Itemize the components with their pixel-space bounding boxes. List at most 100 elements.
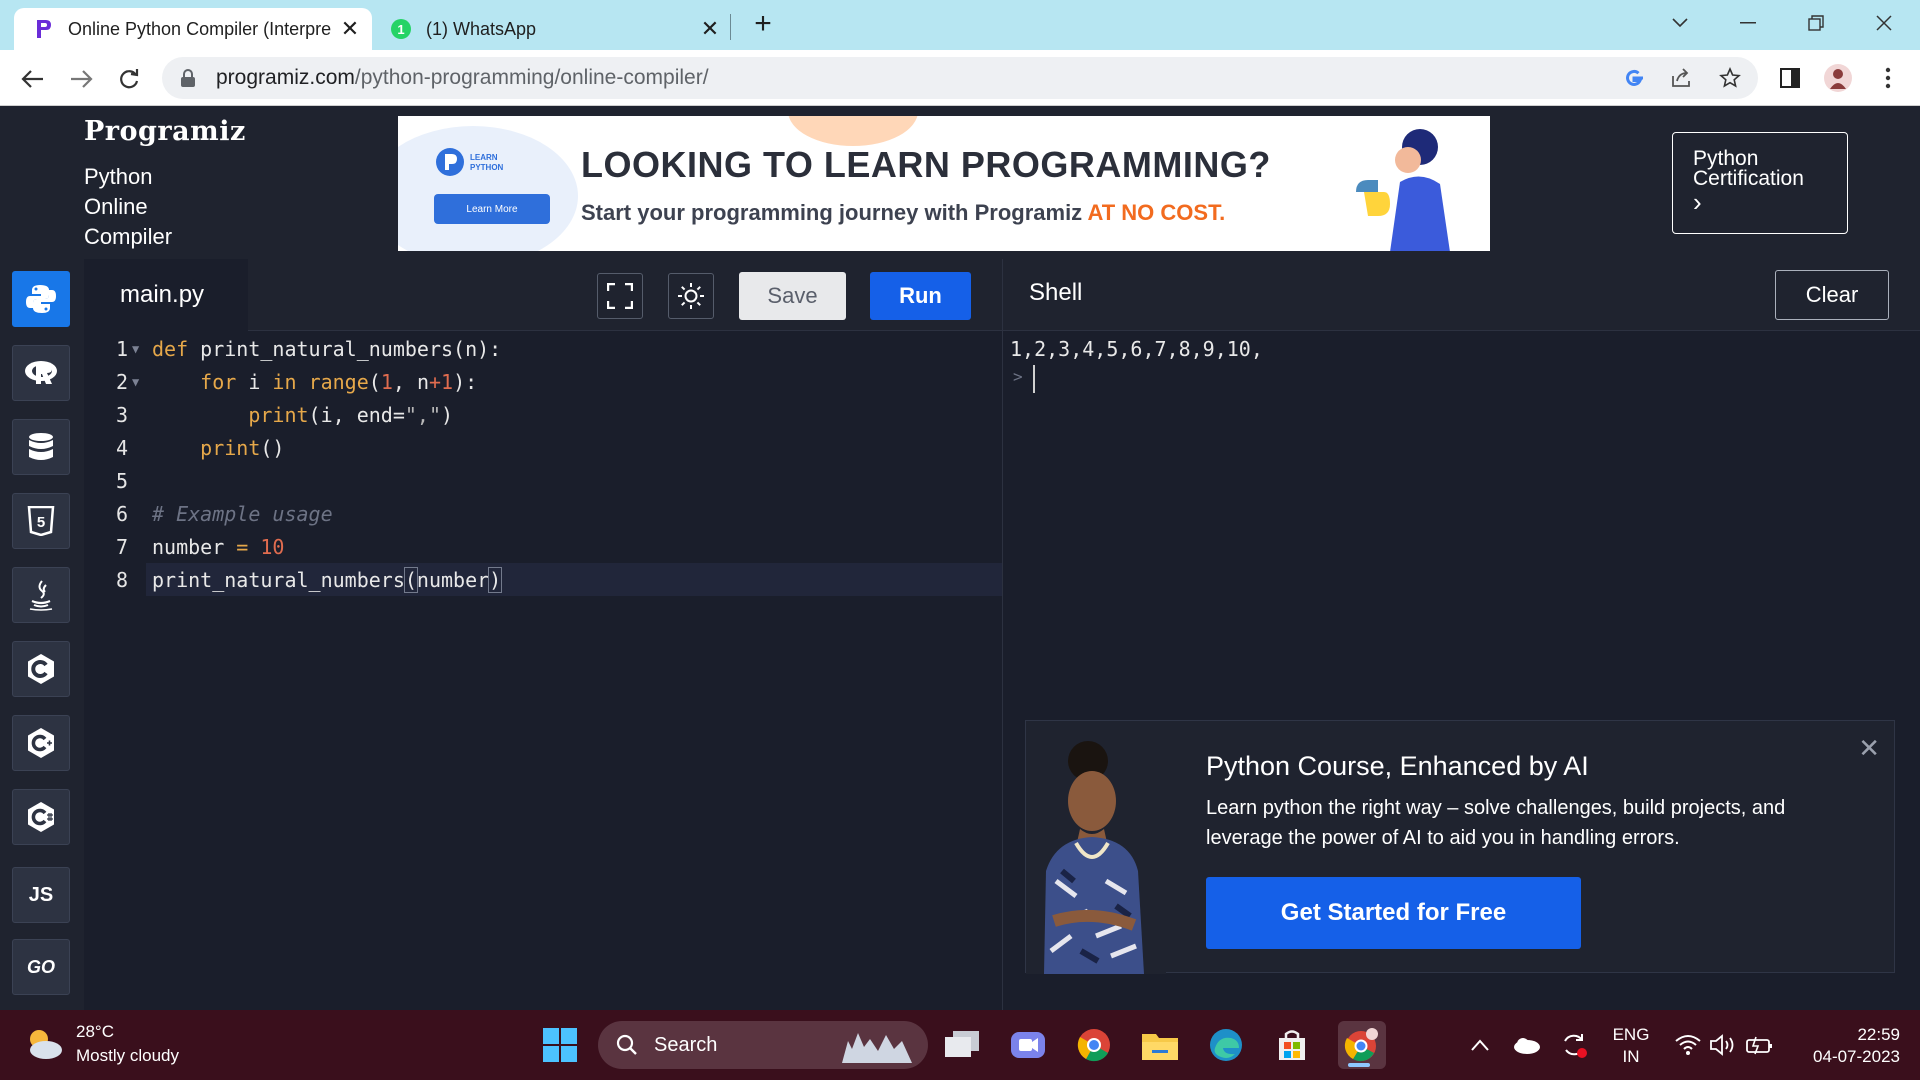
save-button[interactable]: Save [739, 272, 846, 320]
close-promo-icon[interactable]: ✕ [1858, 733, 1880, 764]
banner-decoration [788, 116, 918, 146]
page-subtitle: Python Online Compiler [84, 162, 172, 252]
search-placeholder: Search [654, 1033, 718, 1056]
address-bar[interactable]: programiz.com/python-programming/online-… [162, 57, 1758, 99]
chrome-profile-icon[interactable] [1338, 1021, 1386, 1069]
side-panel-icon[interactable] [1774, 62, 1806, 94]
file-explorer-icon[interactable] [1140, 1025, 1180, 1065]
python-certification-button[interactable]: Python Certification › [1672, 132, 1848, 234]
wifi-icon[interactable] [1668, 1025, 1708, 1065]
banner-subline-text: Start your programming journey with Prog… [581, 200, 1088, 225]
code-text: number = 10 [152, 534, 285, 559]
minimize-icon[interactable] [1728, 8, 1768, 38]
lock-icon [181, 69, 195, 87]
google-icon[interactable] [1618, 62, 1650, 94]
sync-icon[interactable] [1554, 1025, 1594, 1065]
task-view-icon[interactable] [942, 1025, 982, 1065]
teams-chat-icon[interactable] [1008, 1025, 1048, 1065]
sidebar-item-python[interactable] [12, 271, 70, 327]
csharp-icon [28, 802, 54, 832]
line-number: 1 [115, 336, 128, 361]
shell-input-caret[interactable] [1033, 365, 1035, 393]
sidebar-item-java[interactable] [12, 567, 70, 623]
banner-headline: LOOKING TO LEARN PROGRAMMING? [581, 144, 1271, 185]
python-icon [26, 285, 56, 313]
profile-avatar[interactable] [1822, 62, 1854, 94]
java-icon [29, 580, 53, 611]
subtitle-line: Online [84, 194, 148, 219]
close-window-icon[interactable] [1864, 8, 1904, 38]
sidebar-item-html[interactable]: 5 [12, 493, 70, 549]
input-language[interactable]: ENG IN [1606, 1024, 1656, 1068]
instructor-photo [1026, 721, 1166, 974]
code-line: 4 print() [84, 431, 1002, 464]
clear-button[interactable]: Clear [1775, 270, 1889, 320]
code-text: for i in range(1, n+1): [200, 369, 478, 394]
code-line: 2 ▼ for i in range(1, n+1): [84, 365, 1002, 398]
tab-separator [730, 14, 731, 40]
whatsapp-favicon-icon: 1 [390, 18, 412, 40]
run-button[interactable]: Run [870, 272, 971, 320]
volume-icon[interactable] [1704, 1025, 1744, 1065]
sidebar-item-cpp[interactable] [12, 715, 70, 771]
share-icon[interactable] [1666, 62, 1698, 94]
shell-toolbar: Shell Clear [1003, 259, 1920, 331]
close-tab-icon[interactable]: ✕ [696, 15, 724, 43]
sidebar-item-csharp[interactable] [12, 789, 70, 845]
programiz-logo[interactable]: Programiz [84, 116, 246, 147]
code-line: 7 number = 10 [84, 530, 1002, 563]
ad-banner[interactable]: LEARN PYTHON Learn More LOOKING TO LEARN… [398, 116, 1490, 251]
code-line: 6 # Example usage [84, 497, 1002, 530]
restore-icon[interactable] [1796, 8, 1836, 38]
edge-icon[interactable] [1206, 1025, 1246, 1065]
tab-programiz[interactable]: Online Python Compiler (Interpre ✕ [14, 8, 372, 50]
new-tab-plus-icon[interactable]: + [748, 9, 778, 40]
tab-whatsapp[interactable]: 1 (1) WhatsApp ✕ [376, 8, 732, 50]
line-number: 2 [115, 369, 128, 394]
get-started-button[interactable]: Get Started for Free [1206, 877, 1581, 949]
learn-more-button[interactable]: Learn More [434, 194, 550, 224]
battery-icon[interactable] [1740, 1025, 1780, 1065]
line-number: 7 [115, 534, 128, 559]
back-arrow-icon[interactable] [16, 62, 50, 96]
code-area[interactable]: 1 ▼ def print_natural_numbers(n): 2 ▼ fo… [84, 331, 1002, 1010]
cert-line: Python [1693, 147, 1759, 170]
line-number: 5 [115, 468, 128, 493]
weather-widget[interactable]: 28°C Mostly cloudy [24, 1020, 179, 1068]
region-code: IN [1622, 1047, 1640, 1066]
editor-toolbar: main.py Save Run [84, 259, 1002, 331]
banner-subline: Start your programming journey with Prog… [581, 200, 1225, 226]
sidebar-item-c[interactable] [12, 641, 70, 697]
reload-icon[interactable] [112, 62, 146, 96]
onedrive-cloud-icon[interactable] [1506, 1025, 1546, 1065]
forward-arrow-icon[interactable] [64, 62, 98, 96]
chrome-icon[interactable] [1074, 1025, 1114, 1065]
fold-arrow-icon[interactable]: ▼ [132, 342, 139, 356]
programiz-favicon-icon [32, 18, 54, 40]
tab-search-chevron-icon[interactable] [1660, 8, 1700, 38]
chevron-up-icon[interactable] [1460, 1025, 1500, 1065]
language-sidebar: 5 JS GO [0, 259, 84, 1010]
windows-start-icon[interactable] [540, 1025, 580, 1065]
fullscreen-icon[interactable] [597, 273, 643, 319]
search-icon [616, 1034, 637, 1055]
banner-subline-accent: AT NO COST. [1087, 200, 1226, 225]
fold-arrow-icon[interactable]: ▼ [132, 375, 139, 389]
microsoft-store-icon[interactable] [1272, 1025, 1312, 1065]
language-code: ENG [1612, 1025, 1650, 1044]
theme-toggle-sun-icon[interactable] [668, 273, 714, 319]
sidebar-item-sql[interactable] [12, 419, 70, 475]
browser-menu-icon[interactable] [1872, 62, 1904, 94]
c-language-icon [28, 654, 54, 684]
clock-date: 04-07-2023 [1813, 1047, 1900, 1066]
close-tab-icon[interactable]: ✕ [336, 15, 364, 43]
badge-bottom-text: PYTHON [470, 163, 504, 172]
file-tab-main-py[interactable]: main.py [84, 259, 248, 331]
clock[interactable]: 22:59 04-07-2023 [1790, 1024, 1900, 1068]
sidebar-item-go[interactable]: GO [12, 939, 70, 995]
sidebar-item-r[interactable] [12, 345, 70, 401]
taskbar-search[interactable]: Search [598, 1021, 928, 1069]
bookmark-star-icon[interactable] [1714, 62, 1746, 94]
sidebar-item-javascript[interactable]: JS [12, 867, 70, 923]
code-line: 5 [84, 464, 1002, 497]
